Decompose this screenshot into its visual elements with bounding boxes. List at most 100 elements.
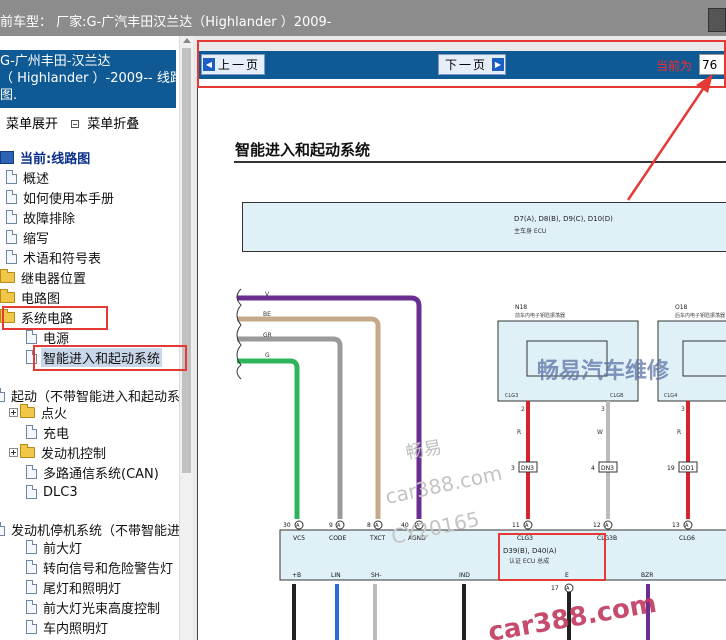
- svg-text:30: 30: [283, 522, 291, 529]
- tree-item[interactable]: 多路通信系统(CAN): [26, 462, 161, 482]
- tree-item[interactable]: 前大灯光束高度控制: [26, 597, 162, 617]
- tree-item-label: 电源: [43, 331, 70, 347]
- tree-item-label: 车内照明灯: [43, 621, 109, 637]
- tree-item[interactable]: 前大灯: [26, 537, 84, 557]
- wire-label-g: G: [265, 352, 270, 359]
- title-bar: 前车型： 厂家:G-广汽丰田汉兰达（Highlander ）2009-: [0, 0, 726, 36]
- svg-text:17: 17: [551, 585, 559, 592]
- wire-gr: [237, 336, 343, 519]
- watermark-brand: 畅易汽车维修: [537, 358, 670, 384]
- tree-item[interactable]: 当前:线路图: [0, 147, 92, 167]
- window-button[interactable]: [708, 8, 726, 32]
- vehicle-title: 前车型： 厂家:G-广汽丰田汉兰达（Highlander ）2009-: [0, 15, 332, 30]
- tree-item[interactable]: 发动机停机系统（不带智能进入和: [0, 519, 193, 539]
- svg-text:2: 2: [521, 406, 525, 413]
- svg-text:A: A: [685, 523, 689, 529]
- pin-name: IND: [459, 572, 470, 579]
- tree-item[interactable]: 电源: [26, 327, 71, 347]
- tree-item[interactable]: 发动机控制: [9, 442, 108, 462]
- sidebar-scrollbar[interactable]: [179, 36, 193, 640]
- document-icon: [6, 190, 17, 204]
- folder-icon: [20, 403, 35, 418]
- scroll-up-icon[interactable]: [183, 38, 191, 43]
- certification-ecu-box: [279, 529, 726, 581]
- connector-num: 3: [511, 465, 515, 472]
- tree-item[interactable]: 电路图: [0, 287, 62, 307]
- ecu-bottom-name: 认证 ECU 总成: [509, 557, 549, 565]
- sidebar: G-广州丰田-汉兰达 （ Highlander ）-2009-- 线路 图. 菜…: [0, 36, 193, 640]
- pin-name: SH-: [371, 572, 382, 579]
- menu-expand-link[interactable]: 菜单展开: [6, 117, 58, 132]
- tree-item-label: 尾灯和照明灯: [43, 581, 122, 597]
- tree-item[interactable]: 缩写: [6, 227, 51, 247]
- document-icon: [26, 620, 37, 634]
- expand-plus-icon[interactable]: [9, 447, 18, 457]
- tree-item[interactable]: 术语和符号表: [6, 247, 103, 267]
- svg-text:A: A: [375, 523, 379, 529]
- tree-highlight-box: [2, 306, 108, 330]
- tree-item[interactable]: 转向信号和危险警告灯: [26, 557, 175, 577]
- collapse-icon: [71, 120, 80, 128]
- document-icon: [6, 250, 17, 264]
- wire-label-r: R: [517, 429, 521, 436]
- svg-text:A: A: [296, 523, 300, 529]
- tree-item[interactable]: 如何使用本手册: [6, 187, 116, 207]
- folder-icon: [20, 443, 35, 458]
- book-icon: [0, 150, 14, 164]
- watermark-url: car388.com: [383, 461, 504, 509]
- document-icon: [6, 230, 17, 244]
- tree-item[interactable]: 继电器位置: [0, 267, 88, 287]
- pin-name: CLG6: [679, 535, 695, 542]
- document-icon: [26, 600, 37, 614]
- connector-label: DN3: [521, 465, 534, 472]
- tree-item-label: 术语和符号表: [23, 251, 102, 267]
- document-icon: [0, 388, 5, 402]
- connector-num: 19: [667, 465, 675, 472]
- connector-label: DN3: [601, 465, 614, 472]
- wire-label-gr: GR: [263, 332, 272, 339]
- svg-text:A: A: [566, 586, 570, 592]
- wire-label-r: R: [677, 429, 681, 436]
- svg-text:A: A: [605, 523, 609, 529]
- document-icon: [0, 522, 5, 536]
- tree-item-label: 电路图: [21, 291, 61, 307]
- n18-pin-label: CLGB: [610, 393, 624, 399]
- tree-item[interactable]: DLC3: [26, 482, 80, 502]
- document-icon: [26, 560, 37, 574]
- tree-item-label: 转向信号和危险警告灯: [43, 561, 174, 577]
- pin-name: E: [565, 572, 569, 579]
- nav-highlight-box: [197, 40, 726, 88]
- document-icon: [26, 580, 37, 594]
- tree-item[interactable]: 充电: [26, 422, 71, 442]
- svg-text:A: A: [337, 523, 341, 529]
- scrollbar-thumb[interactable]: [182, 48, 191, 473]
- connector-num: 4: [591, 465, 595, 472]
- tree-item[interactable]: 点火: [9, 402, 69, 422]
- expand-plus-icon[interactable]: [9, 407, 18, 417]
- document-icon: [26, 465, 37, 479]
- tree-item-label: 多路通信系统(CAN): [43, 466, 159, 482]
- n18-name: 前车内电子钥匙振荡器: [515, 312, 565, 319]
- o18-code: O18: [675, 304, 688, 311]
- svg-text:A: A: [525, 523, 529, 529]
- svg-text:3: 3: [681, 406, 685, 413]
- tree-item[interactable]: 概述: [6, 167, 51, 187]
- tree-item-label: 点火: [41, 406, 68, 422]
- n18-pin-label: CLG3: [505, 393, 518, 399]
- tree-item[interactable]: 故障排除: [6, 207, 77, 227]
- document-icon: [26, 425, 37, 439]
- tree-item[interactable]: 尾灯和照明灯: [26, 577, 123, 597]
- tree-item-label: 前大灯: [43, 541, 83, 557]
- wire-label-be: BE: [263, 311, 271, 318]
- folder-icon: [0, 288, 15, 303]
- wire-label-w: W: [597, 429, 603, 436]
- tree-item[interactable]: 车内照明灯: [26, 617, 110, 637]
- tree-item-label: 当前:线路图: [20, 151, 91, 167]
- tree-item-label: 概述: [23, 171, 50, 187]
- sidebar-header-line: （ Highlander ）-2009-- 线路: [0, 71, 183, 86]
- sidebar-header: G-广州丰田-汉兰达 （ Highlander ）-2009-- 线路 图.: [0, 50, 183, 108]
- pin-name: VC5: [293, 535, 305, 542]
- menu-collapse-link[interactable]: 菜单折叠: [87, 117, 139, 132]
- wiring-diagram: V BE GR G N18 前车内电子钥匙振荡器 CLG3 CLGB O18 后…: [236, 288, 726, 640]
- app-window: 前车型： 厂家:G-广汽丰田汉兰达（Highlander ）2009- G-广州…: [0, 0, 726, 640]
